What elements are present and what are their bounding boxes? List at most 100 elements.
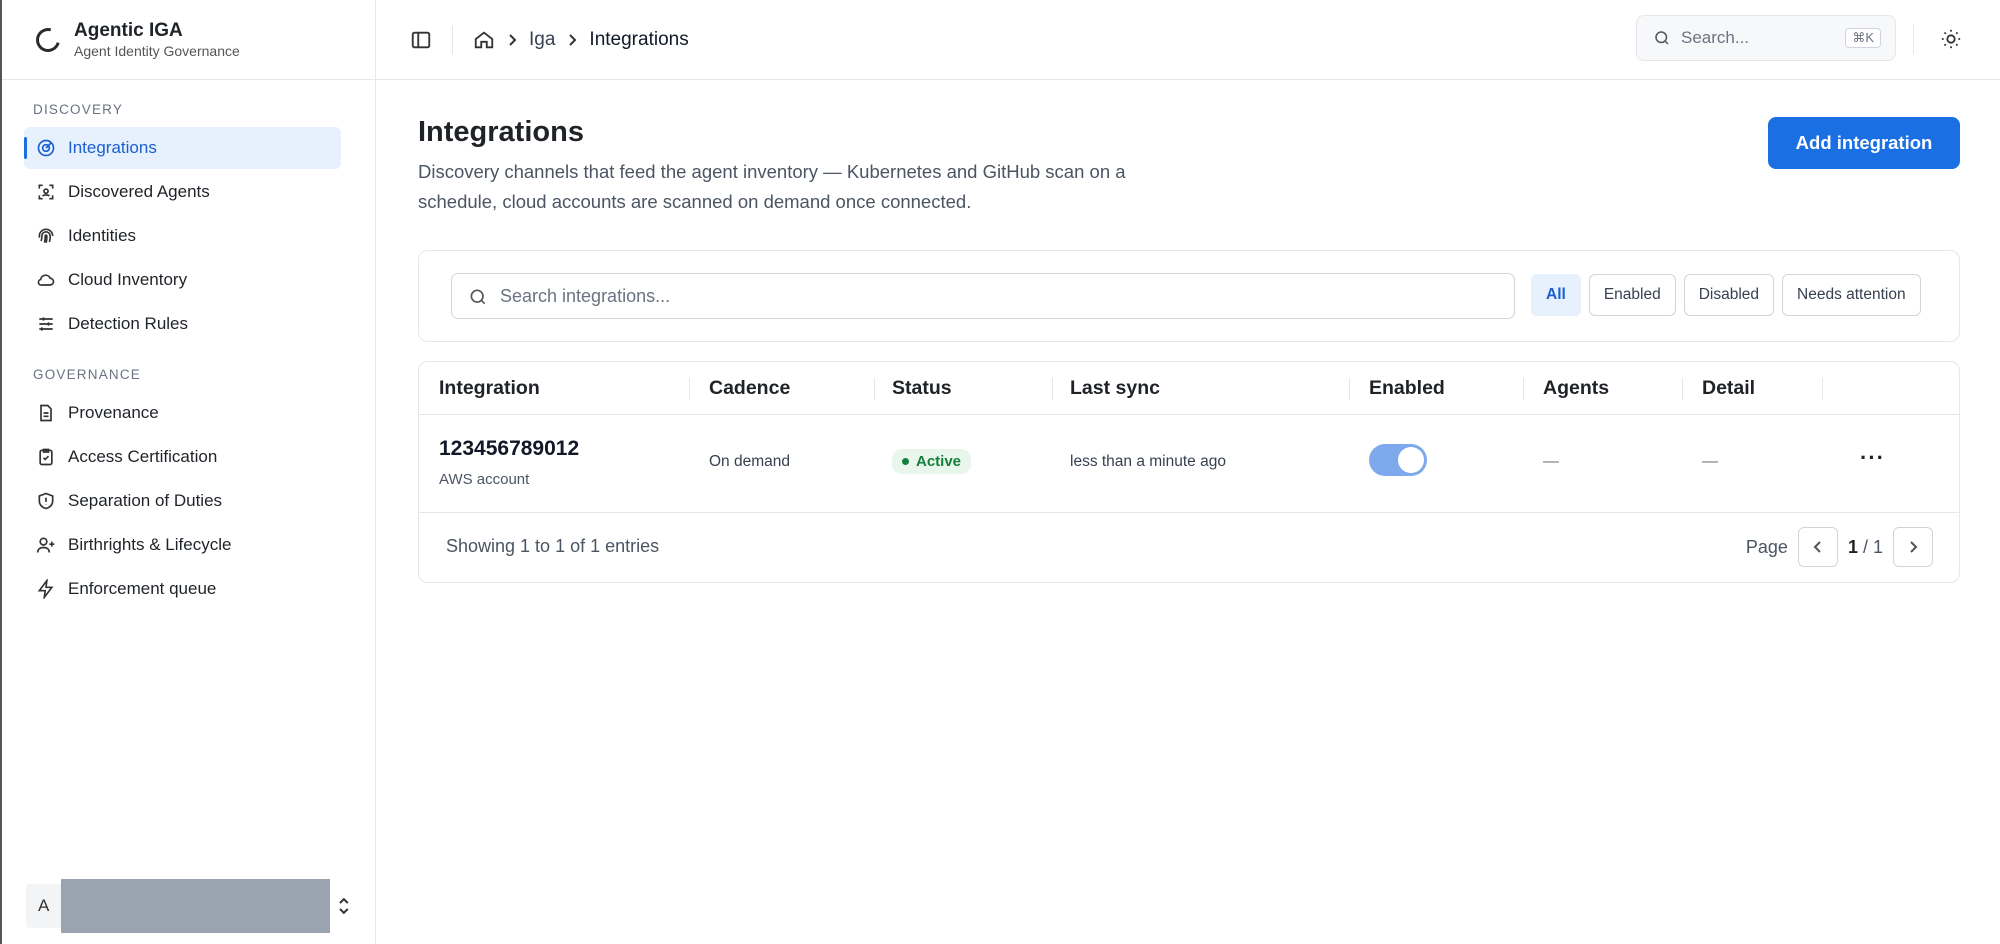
column-cadence[interactable]: Cadence bbox=[709, 362, 790, 415]
clipboard-check-icon bbox=[36, 447, 56, 467]
main-content: Integrations Discovery channels that fee… bbox=[418, 80, 1960, 583]
enabled-toggle[interactable] bbox=[1369, 444, 1427, 476]
column-divider bbox=[689, 378, 690, 400]
cloud-icon bbox=[36, 270, 56, 290]
status-dot-icon bbox=[902, 458, 909, 465]
column-agents[interactable]: Agents bbox=[1543, 362, 1609, 415]
column-divider bbox=[1349, 378, 1350, 400]
section-label-discovery: DISCOVERY bbox=[33, 102, 124, 117]
sidebar-item-label: Birthrights & Lifecycle bbox=[68, 535, 232, 554]
document-icon bbox=[36, 403, 56, 423]
filter-chips: All Enabled Disabled Needs attention bbox=[1531, 274, 1921, 316]
entries-summary: Showing 1 to 1 of 1 entries bbox=[446, 536, 660, 556]
filter-chip-needs-attention[interactable]: Needs attention bbox=[1782, 274, 1921, 316]
search-shortcut: ⌘K bbox=[1845, 28, 1881, 48]
page-indicator: 1 / 1 bbox=[1848, 537, 1883, 558]
sidebar-item-birthrights-lifecycle[interactable]: Birthrights & Lifecycle bbox=[24, 524, 341, 566]
more-actions-icon[interactable]: ··· bbox=[1860, 445, 1885, 471]
search-icon bbox=[1655, 31, 1669, 45]
column-enabled[interactable]: Enabled bbox=[1369, 362, 1445, 415]
page-total: / 1 bbox=[1862, 536, 1883, 557]
column-divider bbox=[1822, 378, 1823, 400]
sidebar-item-integrations[interactable]: Integrations bbox=[24, 127, 341, 169]
global-search-input[interactable]: Search... ⌘K bbox=[1636, 15, 1896, 61]
user-plus-icon bbox=[36, 535, 56, 555]
chevron-right-icon bbox=[509, 33, 517, 46]
sliders-icon bbox=[36, 314, 56, 334]
chevron-up-down-icon bbox=[339, 897, 349, 915]
brand[interactable]: Agentic IGA Agent Identity Governance bbox=[2, 0, 375, 80]
filter-chip-enabled[interactable]: Enabled bbox=[1588, 274, 1676, 316]
divider bbox=[452, 25, 453, 54]
home-icon[interactable] bbox=[473, 29, 495, 51]
page-current: 1 bbox=[1847, 536, 1858, 557]
page-description: Discovery channels that feed the agent i… bbox=[418, 161, 1126, 212]
avatar: A bbox=[26, 884, 62, 928]
sidebar-item-access-certification[interactable]: Access Certification bbox=[24, 436, 341, 478]
sidebar: Agentic IGA Agent Identity Governance DI… bbox=[0, 0, 376, 944]
user-name-redacted bbox=[61, 879, 331, 933]
divider bbox=[1913, 24, 1914, 54]
column-divider bbox=[874, 378, 875, 400]
sidebar-item-provenance[interactable]: Provenance bbox=[24, 392, 341, 434]
filter-bar: Search integrations... All Enabled Disab… bbox=[418, 250, 1960, 342]
integration-name[interactable]: 123456789012 bbox=[439, 437, 579, 461]
table-row[interactable]: 123456789012 AWS account On demand Activ… bbox=[419, 415, 1959, 513]
sidebar-item-cloud-inventory[interactable]: Cloud Inventory bbox=[24, 259, 341, 301]
status-text: Active bbox=[916, 453, 962, 470]
next-page-button[interactable] bbox=[1893, 527, 1933, 567]
sidebar-item-label: Enforcement queue bbox=[68, 579, 217, 598]
add-integration-button[interactable]: Add integration bbox=[1768, 117, 1960, 169]
user-switcher[interactable]: A bbox=[26, 879, 352, 933]
sidebar-item-label: Access Certification bbox=[68, 447, 218, 466]
breadcrumb-iga[interactable]: Iga bbox=[529, 29, 555, 51]
brand-subtitle: Agent Identity Governance bbox=[74, 42, 240, 59]
topbar: Iga Integrations Search... ⌘K bbox=[376, 0, 2000, 80]
column-divider bbox=[1682, 378, 1683, 400]
column-integration[interactable]: Integration bbox=[439, 362, 540, 415]
pagination: Page 1 / 1 bbox=[1746, 527, 1933, 567]
breadcrumb: Iga Integrations bbox=[473, 29, 689, 51]
sidebar-item-separation-of-duties[interactable]: Separation of Duties bbox=[24, 480, 341, 522]
brand-title: Agentic IGA bbox=[74, 19, 183, 41]
sidebar-item-identities[interactable]: Identities bbox=[24, 215, 341, 257]
filter-chip-all[interactable]: All bbox=[1531, 274, 1581, 316]
page-label: Page bbox=[1745, 536, 1788, 557]
chevron-right-icon bbox=[569, 33, 577, 46]
column-status[interactable]: Status bbox=[892, 362, 952, 415]
chevron-right-icon bbox=[1910, 541, 1918, 553]
sidebar-item-label: Identities bbox=[68, 226, 137, 245]
column-divider bbox=[1523, 378, 1524, 400]
section-label-governance: GOVERNANCE bbox=[33, 367, 142, 382]
table-footer: Showing 1 to 1 of 1 entries Page 1 / 1 bbox=[419, 513, 1959, 582]
filter-chip-disabled[interactable]: Disabled bbox=[1683, 274, 1775, 316]
shield-icon bbox=[36, 491, 56, 511]
search-integrations-placeholder: Search integrations... bbox=[500, 285, 671, 306]
logo-icon bbox=[31, 23, 65, 56]
integration-type: AWS account bbox=[439, 471, 530, 488]
page-title: Integrations bbox=[418, 116, 584, 148]
sidebar-item-discovered-agents[interactable]: Discovered Agents bbox=[24, 171, 341, 213]
cadence-value: On demand bbox=[709, 453, 790, 470]
chevron-left-icon bbox=[1813, 541, 1821, 553]
sidebar-item-label: Detection Rules bbox=[68, 314, 189, 333]
prev-page-button[interactable] bbox=[1797, 527, 1838, 567]
sidebar-item-label: Provenance bbox=[68, 403, 159, 422]
sidebar-item-label: Integrations bbox=[68, 138, 157, 157]
zap-icon bbox=[36, 579, 56, 599]
global-search-placeholder: Search... bbox=[1681, 28, 1750, 47]
sidebar-toggle-icon[interactable] bbox=[410, 29, 432, 51]
status-badge: Active bbox=[892, 449, 972, 474]
last-sync-value: less than a minute ago bbox=[1070, 453, 1226, 470]
column-last-sync[interactable]: Last sync bbox=[1070, 362, 1160, 415]
sidebar-item-label: Separation of Duties bbox=[68, 491, 223, 510]
sidebar-item-enforcement-queue[interactable]: Enforcement queue bbox=[24, 568, 341, 610]
theme-toggle-sun-icon[interactable] bbox=[1940, 28, 1962, 50]
column-detail[interactable]: Detail bbox=[1702, 362, 1755, 415]
sidebar-item-detection-rules[interactable]: Detection Rules bbox=[24, 303, 341, 345]
detail-value: — bbox=[1702, 453, 1718, 470]
agents-value: — bbox=[1543, 453, 1559, 470]
search-integrations-input[interactable]: Search integrations... bbox=[451, 273, 1515, 319]
scan-icon bbox=[36, 182, 56, 202]
column-divider bbox=[1052, 378, 1053, 400]
